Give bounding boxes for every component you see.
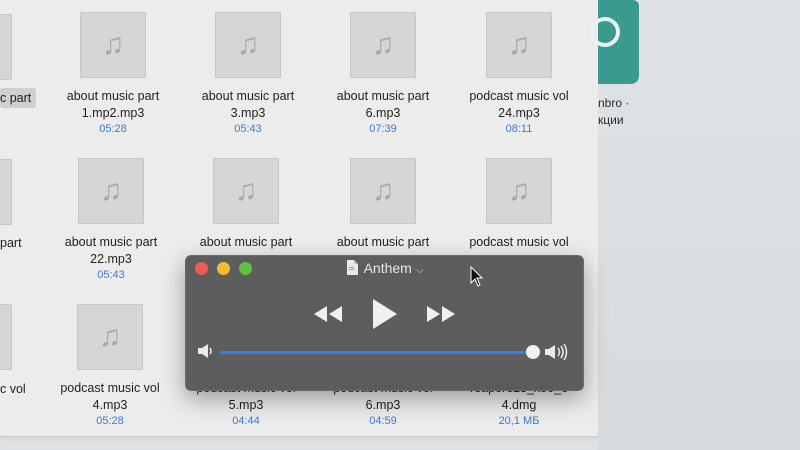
file-name: podcast music vol [469,235,569,249]
file-name: about music part [336,89,430,103]
file-duration: 04:44 [232,415,260,427]
playback-controls [186,298,583,334]
document-icon [346,260,358,278]
file-duration: 05:28 [96,415,124,427]
volume-slider-knob[interactable] [526,345,540,359]
audio-file-icon: ♫ [78,158,144,224]
file-item[interactable]: ♫ about music part [318,158,448,251]
file-item[interactable]: ♫ podcast music vol [454,158,584,251]
play-icon[interactable] [372,298,398,335]
volume-low-icon [197,343,215,364]
file-thumbnail-partial[interactable] [0,304,12,370]
file-item[interactable]: ♫ about music part [181,158,311,251]
audio-file-icon: ♫ [350,158,416,224]
file-name: about music part [199,235,293,249]
file-item[interactable]: ♫ about music part 3.mp3 05:43 [183,12,313,136]
file-duration: 04:59 [369,415,397,427]
title-bar[interactable]: Anthem ⌵ [186,260,583,278]
fast-forward-icon[interactable] [426,304,456,329]
audio-file-icon: ♫ [350,12,416,78]
chevron-down-icon[interactable]: ⌵ [416,265,424,276]
file-name-partial[interactable]: c vol [0,382,26,396]
desktop-icon-label-line2: кции [598,113,624,127]
audio-file-icon: ♫ [486,12,552,78]
file-thumbnail-partial[interactable] [0,14,12,80]
volume-slider[interactable] [220,351,533,354]
file-duration: 05:28 [99,123,127,135]
volume-high-icon [544,343,570,366]
file-name: about music part [201,89,295,103]
file-name-line2: 5.mp3 [228,398,264,412]
file-name: podcast music vol [469,89,569,103]
file-name-line2: 22.mp3 [90,252,132,266]
file-name: about music part [64,235,158,249]
file-name-line2: 4.mp3 [92,398,128,412]
audio-file-icon: ♫ [213,158,279,224]
file-name-partial[interactable]: c part [0,91,31,105]
audio-file-icon: ♫ [80,12,146,78]
audio-file-icon: ♫ [486,158,552,224]
file-item[interactable]: ♫ podcast music vol 24.mp3 08:11 [454,12,584,136]
file-duration: 05:43 [97,269,125,281]
file-item[interactable]: ♫ about music part 6.mp3 07:39 [318,12,448,136]
mouse-cursor-icon [470,265,484,293]
quicktime-player-window[interactable]: Anthem ⌵ [185,255,584,391]
file-name: about music part [336,235,430,249]
file-name-line2: 6.mp3 [365,398,401,412]
window-title: Anthem [363,260,412,276]
file-item[interactable]: ♫ about music part 22.mp3 05:43 [46,158,176,282]
file-size: 20,1 МБ [498,415,540,427]
file-name-line2: 3.mp3 [230,106,266,120]
rewind-icon[interactable] [313,304,343,329]
desktop-icon-label[interactable]: nbro · [598,96,658,110]
file-name: podcast music vol [60,381,160,395]
file-name-partial[interactable]: part [0,236,22,250]
file-name-line2: 6.mp3 [365,106,401,120]
file-item[interactable]: ♫ about music part 1.mp2.mp3 05:28 [48,12,178,136]
file-duration: 07:39 [369,123,397,135]
file-name: about music part [66,89,160,103]
file-thumbnail-partial[interactable] [0,159,12,225]
audio-file-icon: ♫ [77,304,143,370]
file-duration: 08:11 [505,123,533,135]
file-duration: 05:43 [234,123,262,135]
audio-file-icon: ♫ [215,12,281,78]
file-name-line2: 1.mp2.mp3 [81,106,145,120]
file-item[interactable]: ♫ podcast music vol 4.mp3 05:28 [45,304,175,428]
app-icon-glyph [590,17,620,47]
file-name-line2: 4.dmg [501,398,537,412]
file-name-line2: 24.mp3 [498,106,540,120]
